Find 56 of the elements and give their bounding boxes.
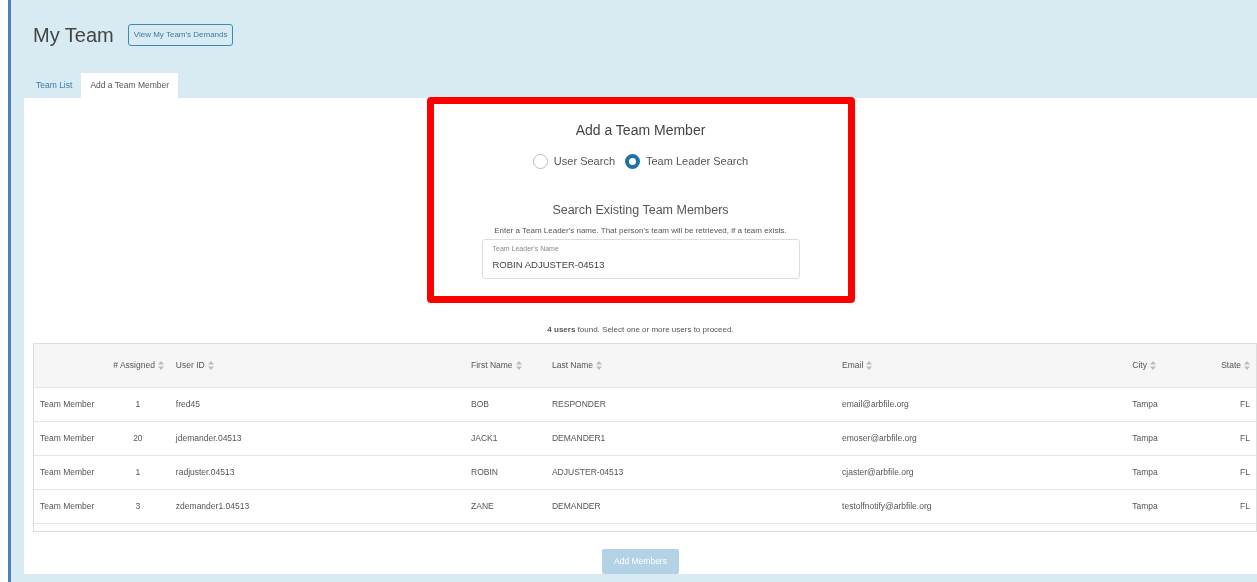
column-header[interactable]: User ID xyxy=(175,360,205,371)
table-cell: FL xyxy=(1215,421,1256,456)
table-cell: ADJUSTER-04513 xyxy=(545,455,837,490)
sort-icon[interactable] xyxy=(1149,361,1156,371)
table-cell: jdemander.04513 xyxy=(169,421,465,456)
tab[interactable]: Team List xyxy=(27,73,82,98)
table-cell: 3 xyxy=(105,489,170,524)
table-cell: Team Member xyxy=(34,455,106,490)
hint-text: Enter a Team Leader's name. That person's team will be retrieved, if a team exists. xyxy=(494,225,787,237)
search-mode-radio[interactable]: User Search xyxy=(532,152,615,170)
table-cell: ROBIN xyxy=(465,455,546,490)
column-header[interactable]: City xyxy=(1132,360,1147,371)
table-cell: FL xyxy=(1215,489,1256,524)
sort-icon[interactable] xyxy=(866,361,873,371)
table-cell: radjuster.04513 xyxy=(169,455,465,490)
column-header[interactable]: Last Name xyxy=(551,360,594,371)
sort-icon[interactable] xyxy=(207,361,214,371)
view-demands-button[interactable]: View My Team's Demands xyxy=(127,24,234,46)
table-cell: FL xyxy=(1215,387,1256,422)
table-cell: emoser@arbfile.org xyxy=(836,421,1127,456)
table-cell: Tampa xyxy=(1126,489,1216,524)
page-title: My Team xyxy=(33,23,114,48)
table-cell: Tampa xyxy=(1126,387,1216,422)
result-summary: 4 users found. Select one or more users to proceed. xyxy=(546,323,735,336)
table-cell: Tampa xyxy=(1126,455,1216,490)
table-cell: FL xyxy=(1215,455,1256,490)
table-cell: 20 xyxy=(105,421,170,456)
table-cell: fred45 xyxy=(169,387,465,422)
form-title: Add a Team Member xyxy=(575,120,706,140)
sort-icon[interactable] xyxy=(515,361,522,371)
table-cell: Team Member xyxy=(34,421,106,456)
table-cell: Tampa xyxy=(1126,421,1216,456)
column-header[interactable]: Email xyxy=(842,360,864,371)
table-cell: cjaster@arbfile.org xyxy=(836,455,1127,490)
table-cell: testolfnotify@arbfile.org xyxy=(836,489,1127,524)
search-mode-radio[interactable]: Team Leader Search xyxy=(625,152,749,170)
table-cell: 1 xyxy=(105,455,170,490)
table-cell: DEMANDER xyxy=(545,489,837,524)
column-header[interactable]: # Assigned xyxy=(113,360,155,371)
table-cell: RESPONDER xyxy=(545,387,837,422)
sort-icon[interactable] xyxy=(157,361,164,371)
table-cell: 1 xyxy=(105,387,170,422)
column-header[interactable]: First Name xyxy=(471,360,513,371)
table-cell: email@arbfile.org xyxy=(836,387,1127,422)
sort-icon[interactable] xyxy=(596,361,603,371)
column-header[interactable]: State xyxy=(1221,360,1241,371)
table-cell: Team Member xyxy=(34,387,106,422)
section-subtitle: Search Existing Team Members xyxy=(552,202,729,220)
table-cell: ZANE xyxy=(465,489,546,524)
table-cell: JACK1 xyxy=(465,421,546,456)
table-cell: DEMANDER1 xyxy=(545,421,837,456)
table-cell: zdemander1.04513 xyxy=(169,489,465,524)
table-cell: Team Member xyxy=(34,489,106,524)
table-cell: BOB xyxy=(465,387,546,422)
sort-icon[interactable] xyxy=(1244,361,1250,371)
tab[interactable]: Add a Team Member xyxy=(81,73,179,98)
